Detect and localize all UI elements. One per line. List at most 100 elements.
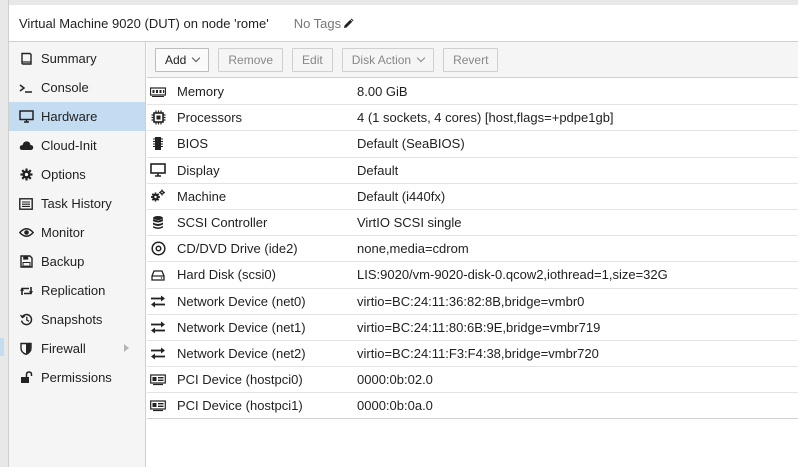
microchip-icon	[150, 136, 166, 152]
history-icon	[18, 312, 34, 328]
table-row[interactable]: SCSI Controller VirtIO SCSI single	[147, 209, 798, 237]
hardware-value: Default	[357, 162, 399, 178]
pencil-icon[interactable]	[343, 17, 355, 29]
sidebar-item-console[interactable]: Console	[9, 73, 145, 102]
expand-chevron-icon[interactable]	[124, 344, 129, 352]
gear-icon	[18, 167, 34, 183]
sidebar-item-backup[interactable]: Backup	[9, 247, 145, 276]
table-row[interactable]: Processors 4 (1 sockets, 4 cores) [host,…	[147, 105, 798, 132]
cdrom-icon	[150, 241, 166, 257]
exchange-icon	[150, 293, 166, 309]
sidebar-item-label: Backup	[41, 254, 85, 269]
tree-selection-marker	[0, 338, 4, 356]
book-icon	[18, 51, 34, 67]
tags-editor[interactable]: No Tags	[294, 16, 355, 31]
vm-hardware-panel: Virtual Machine 9020 (DUT) on node 'rome…	[0, 0, 798, 467]
hardware-value: virtio=BC:24:11:F3:F4:38,bridge=vmbr720	[357, 345, 599, 361]
vm-title: Virtual Machine 9020 (DUT) on node 'rome…	[19, 15, 269, 31]
sidebar-item-label: Permissions	[41, 370, 112, 385]
table-row[interactable]: PCI Device (hostpci1) 0000:0b:0a.0	[147, 393, 798, 420]
memory-icon	[150, 84, 166, 100]
hardware-value: 0000:0b:0a.0	[357, 398, 433, 414]
sidebar-item-firewall[interactable]: Firewall	[9, 334, 145, 363]
hardware-name: PCI Device (hostpci1)	[177, 398, 303, 414]
pci-card-icon	[150, 398, 166, 414]
table-row[interactable]: Network Device (net0) virtio=BC:24:11:36…	[147, 288, 798, 315]
hardware-name: SCSI Controller	[177, 215, 268, 231]
title-bar: Virtual Machine 9020 (DUT) on node 'rome…	[9, 0, 798, 42]
table-row[interactable]: PCI Device (hostpci0) 0000:0b:02.0	[147, 367, 798, 394]
sidebar-item-permissions[interactable]: Permissions	[9, 363, 145, 392]
hardware-name: BIOS	[177, 136, 209, 152]
table-row[interactable]: Network Device (net1) virtio=BC:24:11:80…	[147, 314, 798, 341]
chevron-down-icon	[192, 53, 201, 63]
hdd-icon	[150, 267, 166, 283]
hardware-value: virtio=BC:24:11:36:82:8B,bridge=vmbr0	[357, 293, 585, 309]
cloud-icon	[18, 138, 34, 154]
table-row[interactable]: Memory 8.00 GiB	[147, 79, 798, 106]
hardware-value: 0000:0b:02.0	[357, 372, 433, 388]
hardware-value: Default (SeaBIOS)	[357, 136, 465, 152]
disk-action-label: Disk Action	[351, 52, 412, 67]
cpu-icon	[150, 110, 166, 126]
edit-button[interactable]: Edit	[292, 47, 333, 72]
add-button[interactable]: Add	[155, 47, 210, 72]
table-row[interactable]: Network Device (net2) virtio=BC:24:11:F3…	[147, 340, 798, 368]
sidebar-item-task-history[interactable]: Task History	[9, 189, 145, 218]
list-icon	[18, 196, 34, 212]
hardware-name: CD/DVD Drive (ide2)	[177, 241, 298, 257]
revert-button[interactable]: Revert	[443, 47, 499, 72]
hardware-value: LIS:9020/vm-9020-disk-0.qcow2,iothread=1…	[357, 267, 668, 283]
hardware-value: none,media=cdrom	[357, 241, 469, 257]
table-row[interactable]: Display Default	[147, 157, 798, 184]
chevron-down-icon	[416, 53, 426, 63]
hardware-name: Display	[177, 162, 220, 178]
sidebar-item-label: Firewall	[41, 341, 86, 356]
exchange-icon	[150, 345, 166, 361]
monitor-icon	[150, 162, 166, 178]
hardware-value: 8.00 GiB	[357, 84, 408, 100]
sidebar-item-label: Console	[41, 80, 89, 95]
pci-card-icon	[150, 372, 166, 388]
sidebar-item-summary[interactable]: Summary	[9, 44, 145, 73]
sidebar-item-snapshots[interactable]: Snapshots	[9, 305, 145, 334]
hardware-name: Network Device (net2)	[177, 345, 306, 361]
hardware-value: VirtIO SCSI single	[357, 215, 462, 231]
remove-button[interactable]: Remove	[218, 47, 284, 72]
hardware-name: Hard Disk (scsi0)	[177, 267, 276, 283]
hardware-name: PCI Device (hostpci0)	[177, 372, 303, 388]
table-row[interactable]: CD/DVD Drive (ide2) none,media=cdrom	[147, 236, 798, 263]
eye-icon	[18, 225, 34, 241]
cogs-icon	[150, 188, 166, 204]
hardware-value: Default (i440fx)	[357, 188, 446, 204]
hardware-grid: Memory 8.00 GiB Processors 4 (1 sockets,…	[147, 79, 798, 420]
desktop-icon	[18, 109, 34, 125]
unlock-icon	[18, 370, 34, 386]
sidebar-item-options[interactable]: Options	[9, 160, 145, 189]
add-button-label: Add	[165, 52, 187, 67]
sidebar-item-hardware[interactable]: Hardware	[9, 102, 145, 131]
hardware-name: Network Device (net1)	[177, 319, 306, 335]
floppy-icon	[18, 254, 34, 270]
table-row[interactable]: Hard Disk (scsi0) LIS:9020/vm-9020-disk-…	[147, 262, 798, 289]
table-row[interactable]: BIOS Default (SeaBIOS)	[147, 131, 798, 158]
hardware-name: Memory	[177, 84, 224, 100]
sidebar-item-label: Cloud-Init	[41, 138, 97, 153]
sidebar-item-cloud-init[interactable]: Cloud-Init	[9, 131, 145, 160]
hardware-value: virtio=BC:24:11:80:6B:9E,bridge=vmbr719	[357, 319, 601, 335]
sidebar-item-label: Task History	[41, 196, 112, 211]
hardware-view: Add Remove Edit Disk Action Revert Memor…	[147, 42, 798, 467]
table-row[interactable]: Machine Default (i440fx)	[147, 183, 798, 210]
exchange-icon	[150, 319, 166, 335]
disk-action-button[interactable]: Disk Action	[341, 47, 435, 72]
sidebar-item-label: Options	[41, 167, 86, 182]
hardware-value: 4 (1 sockets, 4 cores) [host,flags=+pdpe…	[357, 110, 614, 126]
terminal-icon	[18, 80, 34, 96]
sidebar-item-replication[interactable]: Replication	[9, 276, 145, 305]
hardware-name: Machine	[177, 188, 227, 204]
shield-icon	[18, 341, 34, 357]
hardware-name: Network Device (net0)	[177, 293, 306, 309]
sidebar-item-monitor[interactable]: Monitor	[9, 218, 145, 247]
hardware-name: Processors	[177, 110, 243, 126]
sidebar-item-label: Hardware	[41, 109, 98, 124]
